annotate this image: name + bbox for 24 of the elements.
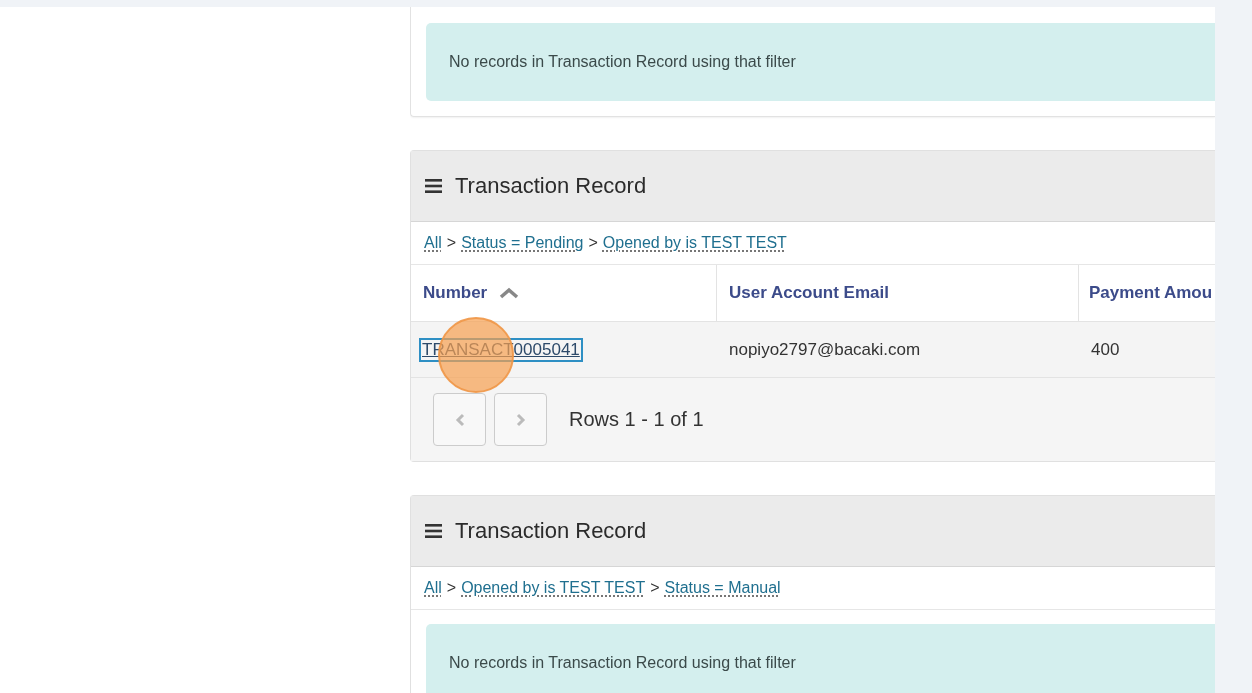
chevron-left-icon: [454, 412, 465, 427]
breadcrumb-separator: >: [588, 234, 598, 252]
breadcrumb-separator: >: [446, 579, 457, 597]
breadcrumb-separator: >: [650, 579, 660, 597]
chevron-right-icon: [515, 412, 526, 427]
empty-message: No records in Transaction Record using that filter: [426, 624, 1215, 693]
column-header[interactable]: Payment Amou: [1079, 265, 1215, 321]
table-cell: nopiyo2797@bacaki.com: [729, 339, 921, 360]
menu-icon[interactable]: [425, 523, 443, 539]
table-cell: 400: [1091, 339, 1120, 360]
breadcrumb-link[interactable]: Status = Pending: [461, 234, 584, 252]
empty-message: No records in Transaction Record using that filter: [426, 23, 1215, 101]
breadcrumb-link[interactable]: Opened by is TEST TEST: [602, 234, 787, 252]
list-title: Transaction Record: [455, 173, 647, 199]
breadcrumb-link[interactable]: Opened by is TEST TEST: [461, 579, 646, 597]
breadcrumb-separator: >: [446, 234, 457, 252]
rows-count: Rows 1 - 1 of 1: [569, 408, 704, 431]
menu-icon[interactable]: [425, 178, 443, 194]
breadcrumb-link[interactable]: All: [424, 579, 442, 597]
column-header[interactable]: User Account Email: [717, 265, 1079, 321]
breadcrumb-link[interactable]: All: [424, 234, 442, 252]
sort-up-icon: [499, 287, 520, 299]
list-title: Transaction Record: [455, 518, 647, 544]
breadcrumb-link[interactable]: Status = Manual: [664, 579, 781, 597]
